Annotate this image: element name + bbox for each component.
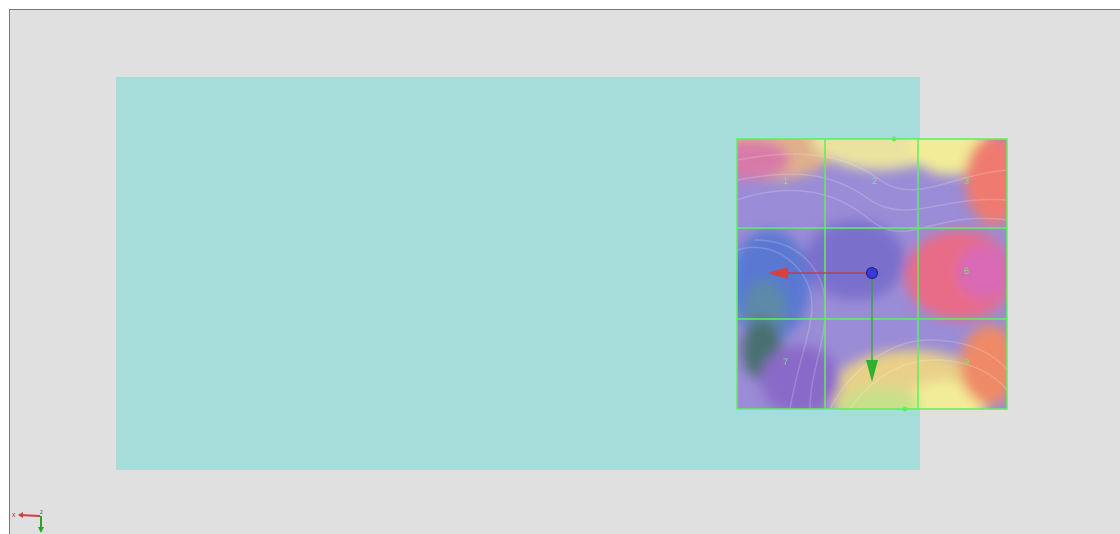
gizmo-center-handle[interactable] bbox=[866, 267, 878, 279]
3d-viewport[interactable]: 1 2 3 4 5 6 7 8 9 x z bbox=[9, 9, 1120, 534]
cell-label-3: 3 bbox=[964, 176, 969, 186]
scene-overlay: 1 2 3 4 5 6 7 8 9 bbox=[700, 100, 1025, 440]
cell-label-9: 9 bbox=[964, 357, 969, 367]
axis-z-label: z bbox=[40, 510, 43, 516]
cell-label-2: 2 bbox=[872, 176, 877, 186]
cell-label-1: 1 bbox=[783, 176, 788, 186]
grid-handle-bottom[interactable] bbox=[902, 406, 908, 412]
grid-handle-top[interactable] bbox=[891, 136, 897, 142]
contour-patch[interactable] bbox=[700, 100, 1025, 440]
axis-triad-icon: x z bbox=[12, 510, 44, 533]
cell-label-6: 6 bbox=[964, 266, 969, 276]
cell-label-7: 7 bbox=[783, 357, 788, 367]
axis-x-label: x bbox=[12, 512, 16, 519]
